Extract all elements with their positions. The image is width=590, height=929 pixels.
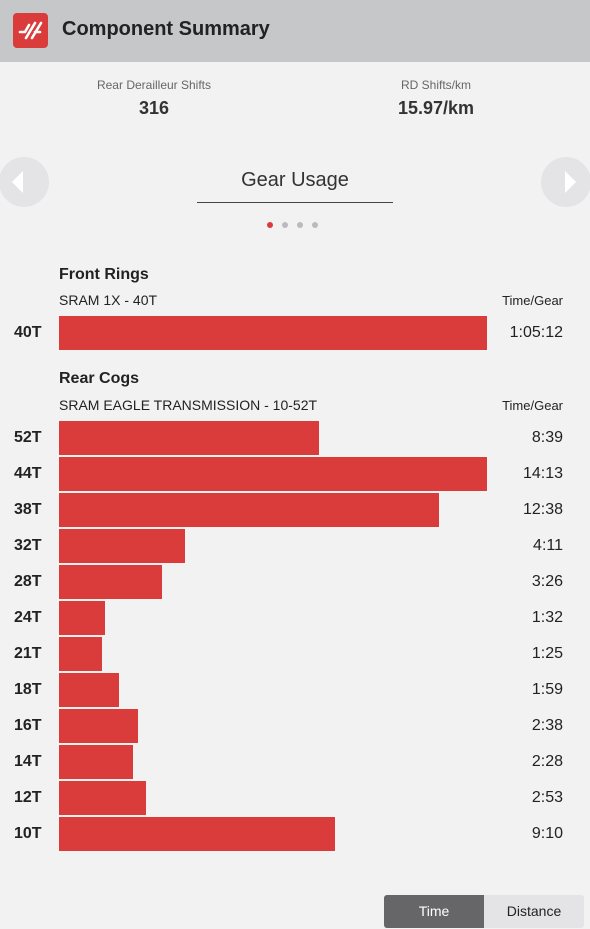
page-dot[interactable] (267, 222, 273, 228)
gear-label: 52T (14, 429, 42, 446)
gear-usage-bar (59, 601, 105, 635)
gear-usage-bar (59, 673, 119, 707)
gear-usage-bar (59, 421, 319, 455)
gear-time-value: 2:28 (531, 753, 563, 770)
rear-cog-row: 16T 2:38 (0, 708, 590, 744)
carousel-title: Gear Usage (241, 169, 349, 191)
front-time-column-header: Time/Gear (502, 293, 563, 308)
gear-time-value: 1:05:12 (509, 324, 563, 341)
stat-value: 316 (138, 98, 170, 118)
stat-label: RD Shifts/km (400, 78, 471, 92)
rear-cog-row: 14T 2:28 (0, 744, 590, 780)
gear-usage-bar (59, 493, 439, 527)
page-dot[interactable] (297, 222, 303, 228)
gear-label: 18T (14, 681, 42, 698)
gear-time-value: 4:11 (533, 537, 563, 554)
gear-label: 24T (14, 609, 42, 626)
gear-time-value: 14:13 (522, 465, 563, 482)
rear-cog-row: 21T 1:25 (0, 636, 590, 672)
gear-usage-bar (59, 637, 102, 671)
gear-time-value: 8:39 (531, 429, 563, 446)
front-rings-subtitle: SRAM 1X - 40T (59, 292, 158, 308)
gear-label: 14T (14, 753, 42, 770)
front-rings-title: Front Rings (59, 266, 149, 283)
arrow-left-icon (12, 171, 23, 193)
rear-cog-row: 12T 2:53 (0, 780, 590, 816)
rear-cog-row: 38T 12:38 (0, 492, 590, 528)
metric-toggle: Time Distance (384, 895, 584, 928)
rear-time-column-header: Time/Gear (502, 398, 563, 413)
rear-cogs-title: Rear Cogs (59, 370, 140, 387)
gear-label: 12T (14, 789, 42, 806)
rear-cog-row: 10T 9:10 (0, 816, 590, 852)
toggle-distance-button[interactable]: Distance (484, 895, 584, 928)
page-dot[interactable] (312, 222, 318, 228)
gear-label: 32T (14, 537, 42, 554)
page-title: Component Summary (62, 18, 270, 40)
gear-label: 21T (14, 645, 42, 662)
srm-logo-icon (13, 13, 48, 48)
gear-time-value: 1:25 (531, 645, 563, 662)
page-dot[interactable] (282, 222, 288, 228)
gear-usage-bar (59, 745, 133, 779)
stat-rd-shifts-per-km: RD Shifts/km 15.97/km (336, 78, 536, 119)
rear-cog-row: 18T 1:59 (0, 672, 590, 708)
gear-label: 16T (14, 717, 42, 734)
toggle-time-button[interactable]: Time (384, 895, 484, 928)
stat-rear-derailleur-shifts: Rear Derailleur Shifts 316 (54, 78, 254, 119)
gear-label: 28T (14, 573, 42, 590)
header-bar: Component Summary (0, 0, 590, 62)
gear-label: 44T (14, 465, 42, 482)
gear-usage-bar (59, 817, 335, 851)
gear-usage-bar (59, 781, 146, 815)
rear-cog-row: 28T 3:26 (0, 564, 590, 600)
carousel-next-button[interactable] (541, 157, 590, 207)
rear-cog-row: 52T 8:39 (0, 420, 590, 456)
title-underline (197, 202, 393, 203)
stat-label: Rear Derailleur Shifts (96, 78, 212, 92)
arrow-right-icon (565, 171, 576, 193)
gear-usage-bar (59, 316, 487, 350)
stat-value: 15.97/km (397, 98, 475, 118)
gear-time-value: 2:38 (531, 717, 563, 734)
gear-time-value: 1:32 (531, 609, 563, 626)
gear-usage-bar (59, 565, 162, 599)
gear-label: 38T (14, 501, 42, 518)
gear-time-value: 1:59 (531, 681, 563, 698)
rear-cog-row: 24T 1:32 (0, 600, 590, 636)
gear-time-value: 9:10 (531, 825, 563, 842)
gear-label: 10T (14, 825, 42, 842)
rear-cog-row: 32T 4:11 (0, 528, 590, 564)
gear-usage-bar (59, 457, 487, 491)
gear-time-value: 3:26 (531, 573, 563, 590)
rear-cogs-subtitle: SRAM EAGLE TRANSMISSION - 10-52T (59, 397, 318, 413)
gear-usage-bar (59, 709, 138, 743)
rear-cog-row: 44T 14:13 (0, 456, 590, 492)
gear-label: 40T (14, 324, 42, 341)
front-ring-row: 40T 1:05:12 (0, 315, 590, 351)
carousel-prev-button[interactable] (0, 157, 49, 207)
gear-time-value: 12:38 (522, 501, 563, 518)
gear-usage-bar (59, 529, 185, 563)
gear-time-value: 2:53 (531, 789, 563, 806)
